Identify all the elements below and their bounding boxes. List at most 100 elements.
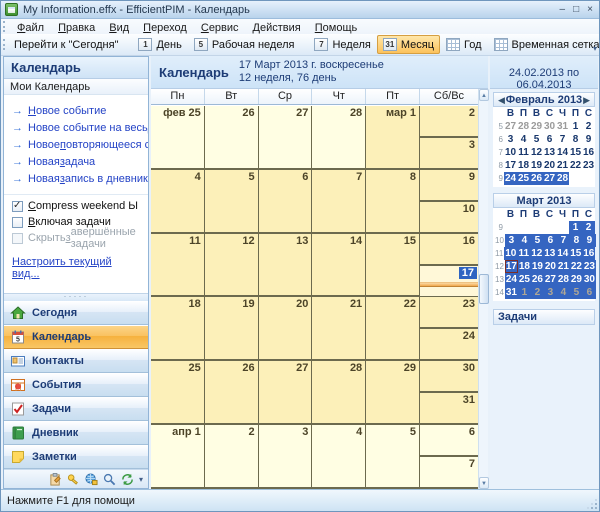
mini-day[interactable] [517,221,530,234]
scroll-down-icon[interactable] [479,477,489,489]
menu-item[interactable]: Файл [10,22,51,34]
day-cell[interactable]: 28 [312,106,366,168]
mini-day[interactable]: 13 [543,247,556,260]
quick-link[interactable]: Новое повторяющееся собь [4,136,148,153]
saturday-cell[interactable]: 16 [420,234,478,266]
day-cell[interactable]: 21 [312,297,366,359]
view-button[interactable]: Временная сетка [488,35,600,54]
mini-day[interactable]: 1 [569,221,582,234]
mini-day[interactable]: 20 [544,260,557,273]
mini-day[interactable]: 6 [543,133,556,146]
quick-link[interactable]: Новое событие [4,102,148,119]
minimize-button[interactable] [560,5,566,15]
view-button[interactable]: 7Неделя [308,35,376,54]
mini-day[interactable]: 7 [556,133,569,146]
mini-day[interactable]: 21 [556,159,569,172]
sunday-cell[interactable]: 7 [420,457,478,487]
day-cell[interactable]: апр 1 [151,425,205,487]
nav-button-events[interactable]: События [4,373,148,397]
mini-day[interactable]: 11 [517,146,530,159]
day-cell[interactable]: 3 [259,425,313,487]
saturday-cell[interactable]: 6 [420,425,478,457]
option-checkbox[interactable]: Compress weekend Ы [4,198,148,214]
option-checkbox[interactable]: Скрыть завершённые задачи [4,230,148,246]
next-month-icon[interactable] [583,94,590,107]
mini-day[interactable]: 28 [517,120,530,133]
mini-day[interactable]: 30 [543,120,556,133]
nav-button-journal[interactable]: Дневник [4,421,148,445]
mini-day[interactable]: 26 [531,273,544,286]
mini-day[interactable]: 10 [504,247,517,260]
mini-day[interactable]: 4 [518,234,531,247]
day-cell[interactable]: 15 [366,234,420,296]
previous-month-icon[interactable] [498,94,505,107]
day-cell[interactable]: 5 [205,170,259,232]
scroll-up-icon[interactable] [479,89,489,101]
day-cell[interactable]: 28 [312,361,366,423]
key-icon[interactable] [67,473,80,486]
day-cell[interactable]: 19 [205,297,259,359]
mini-day[interactable]: 12 [530,146,543,159]
mini-day[interactable]: 21 [557,260,570,273]
nav-button-tasks[interactable]: Задачи [4,397,148,421]
mini-day[interactable]: 9 [583,234,596,247]
day-cell[interactable]: 8 [366,170,420,232]
mini-day[interactable]: 19 [530,159,543,172]
day-cell[interactable]: 4 [151,170,205,232]
sunday-cell[interactable]: 3 [420,138,478,168]
mini-day[interactable]: 18 [518,260,531,273]
mini-day[interactable] [569,172,582,185]
calendar-scrollbar[interactable] [478,89,488,489]
view-button[interactable]: 31Месяц [377,35,440,54]
view-button[interactable]: 1День [132,35,187,54]
mini-day[interactable]: 8 [569,133,582,146]
quick-link[interactable]: Новая запись в дневнике [4,170,148,187]
day-cell[interactable]: 7 [312,170,366,232]
mini-day[interactable]: 14 [556,247,569,260]
mini-day[interactable]: 27 [544,273,557,286]
mini-day[interactable]: 15 [569,146,582,159]
day-cell[interactable]: 13 [259,234,313,296]
mini-day[interactable] [582,172,595,185]
day-cell[interactable]: 4 [312,425,366,487]
mini-day[interactable]: 24 [504,172,517,185]
menu-item[interactable]: Переход [136,22,194,34]
menu-item[interactable]: Помощь [308,22,365,34]
mini-day[interactable]: 31 [505,286,518,299]
day-cell[interactable]: 11 [151,234,205,296]
mini-day[interactable]: 2 [531,286,544,299]
sunday-cell[interactable]: 24 [420,329,478,359]
checkbox-icon[interactable] [12,217,23,228]
menu-item[interactable]: Вид [102,22,136,34]
mini-day[interactable]: 13 [543,146,556,159]
mini-day[interactable]: 29 [570,273,583,286]
mini-day[interactable]: 25 [517,172,530,185]
day-cell[interactable]: 18 [151,297,205,359]
nav-button-notes[interactable]: Заметки [4,445,148,469]
mini-day[interactable]: 27 [504,120,517,133]
saturday-cell[interactable]: 9 [420,170,478,202]
day-cell[interactable]: 6 [259,170,313,232]
mini-day[interactable]: 4 [557,286,570,299]
nav-button-contacts[interactable]: Контакты [4,349,148,373]
mini-day[interactable]: 5 [531,234,544,247]
mini-day[interactable]: 24 [505,273,518,286]
checkbox-icon[interactable] [12,201,23,212]
mini-day[interactable]: 22 [570,260,583,273]
today-cell[interactable]: 17 [420,266,478,296]
maximize-button[interactable] [573,5,579,15]
saturday-cell[interactable]: 30 [420,361,478,393]
sunday-cell[interactable]: 31 [420,393,478,423]
day-cell[interactable]: 22 [366,297,420,359]
close-button[interactable] [587,5,593,15]
day-cell[interactable]: 5 [366,425,420,487]
mini-day[interactable]: 14 [556,146,569,159]
pane-splitter[interactable] [4,293,148,301]
resize-grip[interactable] [595,507,597,509]
mini-day[interactable]: 1 [569,120,582,133]
view-button[interactable]: Год [440,35,488,54]
clipboard-icon[interactable] [49,473,62,486]
menu-item[interactable]: Действия [246,22,308,34]
mini-day[interactable]: 16 [582,146,595,159]
checkbox-icon[interactable] [12,233,23,244]
